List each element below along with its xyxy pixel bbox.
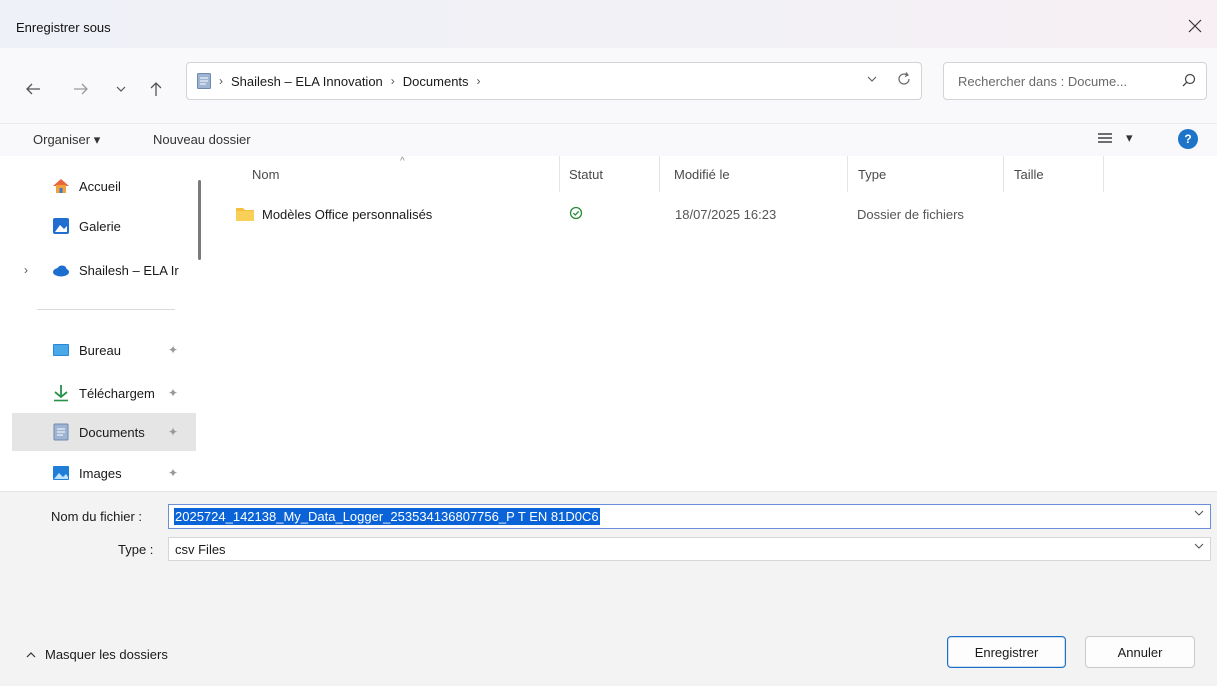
sidebar-item-label: Shailesh – ELA Ir xyxy=(79,262,179,278)
pin-icon[interactable]: ✦ xyxy=(168,386,178,400)
desktop-icon xyxy=(53,344,69,356)
organize-menu-button[interactable]: Organiser ▾ xyxy=(33,132,100,148)
breadcrumb-item[interactable]: Documents xyxy=(403,74,469,89)
organize-label: Organiser xyxy=(33,132,91,147)
sidebar-item-label: Accueil xyxy=(79,178,121,194)
file-row[interactable]: Modèles Office personnalisés 18/07/2025 … xyxy=(235,203,995,227)
pin-icon[interactable]: ✦ xyxy=(168,466,178,480)
arrow-left-icon xyxy=(26,83,40,95)
address-bar[interactable]: › Shailesh – ELA Innovation › Documents … xyxy=(186,62,922,100)
sidebar-divider xyxy=(37,309,175,310)
documents-icon xyxy=(197,73,211,89)
column-header-label: Nom xyxy=(252,166,280,182)
folder-icon xyxy=(236,208,254,221)
hide-folders-button[interactable]: Masquer les dossiers xyxy=(26,647,168,662)
gallery-icon xyxy=(53,218,69,234)
filename-input[interactable]: 2025724_142138_My_Data_Logger_2535341368… xyxy=(168,504,1211,529)
breadcrumb-item[interactable]: Shailesh – ELA Innovation xyxy=(231,74,383,89)
file-modified: 18/07/2025 16:23 xyxy=(675,207,777,222)
file-type: Dossier de fichiers xyxy=(857,207,964,222)
filename-label: Nom du fichier : xyxy=(51,509,143,524)
chevron-down-icon xyxy=(116,86,126,92)
file-name: Modèles Office personnalisés xyxy=(262,207,433,222)
column-header-status[interactable]: Statut xyxy=(560,156,660,192)
search-box[interactable]: Rechercher dans : Docume... xyxy=(943,62,1207,100)
back-button[interactable] xyxy=(20,78,46,100)
close-button[interactable] xyxy=(1181,14,1209,38)
navigation-pane: Accueil Galerie › Shailesh – ELA Ir Bure… xyxy=(0,156,210,491)
address-dropdown-icon[interactable] xyxy=(867,76,877,83)
sidebar-item-accueil[interactable]: Accueil xyxy=(12,167,196,205)
sidebar-item-label: Galerie xyxy=(79,218,121,234)
new-folder-button[interactable]: Nouveau dossier xyxy=(153,132,251,147)
search-icon[interactable] xyxy=(1182,73,1196,87)
sidebar-item-onedrive[interactable]: › Shailesh – ELA Ir xyxy=(12,251,196,289)
type-value: csv Files xyxy=(175,542,226,557)
sidebar-scrollbar[interactable] xyxy=(198,180,201,260)
help-button[interactable]: ? xyxy=(1178,129,1198,149)
sidebar-item-galerie[interactable]: Galerie xyxy=(12,207,196,245)
window-title: Enregistrer sous xyxy=(16,20,111,35)
column-header-label: Taille xyxy=(1014,166,1044,182)
sidebar-item-label: Documents xyxy=(79,424,145,440)
recent-locations-button[interactable] xyxy=(108,78,134,100)
forward-button[interactable] xyxy=(68,78,94,100)
sidebar-item-label: Images xyxy=(79,465,122,481)
save-form: Nom du fichier : 2025724_142138_My_Data_… xyxy=(0,491,1217,686)
pin-icon[interactable]: ✦ xyxy=(168,343,178,357)
sidebar-item-images[interactable]: Images ✦ xyxy=(12,454,196,492)
documents-icon xyxy=(53,423,69,441)
title-bar: Enregistrer sous xyxy=(0,0,1217,48)
file-list: ^ Nom Statut Modifié le Type Taille Modè… xyxy=(210,156,1217,491)
chevron-up-icon xyxy=(26,652,36,658)
column-header-name[interactable]: Nom xyxy=(210,156,560,192)
download-icon xyxy=(54,385,68,402)
column-header-label: Statut xyxy=(569,166,603,182)
up-button[interactable] xyxy=(143,78,169,100)
chevron-down-icon[interactable] xyxy=(1194,510,1204,517)
column-header-label: Type xyxy=(858,166,887,182)
command-toolbar: Organiser ▾ Nouveau dossier ▾ ? xyxy=(0,124,1217,156)
hide-folders-label: Masquer les dossiers xyxy=(45,647,168,662)
column-header-modified[interactable]: Modifié le xyxy=(660,156,848,192)
filename-value: 2025724_142138_My_Data_Logger_2535341368… xyxy=(174,508,600,525)
type-label: Type : xyxy=(118,542,154,557)
sidebar-item-label: Bureau xyxy=(79,342,121,358)
sync-status-icon xyxy=(569,206,583,220)
chevron-down-icon[interactable] xyxy=(1194,543,1204,550)
expand-chevron-icon[interactable]: › xyxy=(24,263,28,277)
type-select[interactable]: csv Files xyxy=(168,537,1211,561)
save-button[interactable]: Enregistrer xyxy=(947,636,1066,668)
breadcrumb-separator: › xyxy=(390,74,395,88)
column-header-size[interactable]: Taille xyxy=(1004,156,1104,192)
breadcrumb-separator[interactable]: › xyxy=(477,74,481,88)
refresh-icon[interactable] xyxy=(897,72,911,86)
onedrive-cloud-icon xyxy=(53,265,69,277)
breadcrumb-separator: › xyxy=(219,74,223,88)
sidebar-item-bureau[interactable]: Bureau ✦ xyxy=(12,331,196,369)
caret-down-icon: ▾ xyxy=(1126,130,1133,145)
navigation-bar: › Shailesh – ELA Innovation › Documents … xyxy=(0,48,1217,124)
sidebar-item-documents[interactable]: Documents ✦ xyxy=(12,413,196,451)
pin-icon[interactable]: ✦ xyxy=(168,425,178,439)
breadcrumb: › Shailesh – ELA Innovation › Documents … xyxy=(187,73,489,89)
caret-down-icon: ▾ xyxy=(93,132,101,147)
arrow-up-icon xyxy=(150,82,162,96)
column-header-label: Modifié le xyxy=(674,166,730,182)
close-icon xyxy=(1188,19,1202,33)
sidebar-item-telechargements[interactable]: Téléchargem ✦ xyxy=(12,374,196,412)
sidebar-item-label: Téléchargem xyxy=(79,385,155,401)
list-view-icon xyxy=(1098,133,1112,143)
images-icon xyxy=(53,466,69,480)
search-placeholder: Rechercher dans : Docume... xyxy=(958,74,1128,89)
column-header-type[interactable]: Type xyxy=(848,156,1004,192)
arrow-right-icon xyxy=(74,83,88,95)
cancel-button[interactable]: Annuler xyxy=(1085,636,1195,668)
home-icon xyxy=(53,179,69,193)
view-options-button[interactable]: ▾ xyxy=(1098,130,1133,146)
